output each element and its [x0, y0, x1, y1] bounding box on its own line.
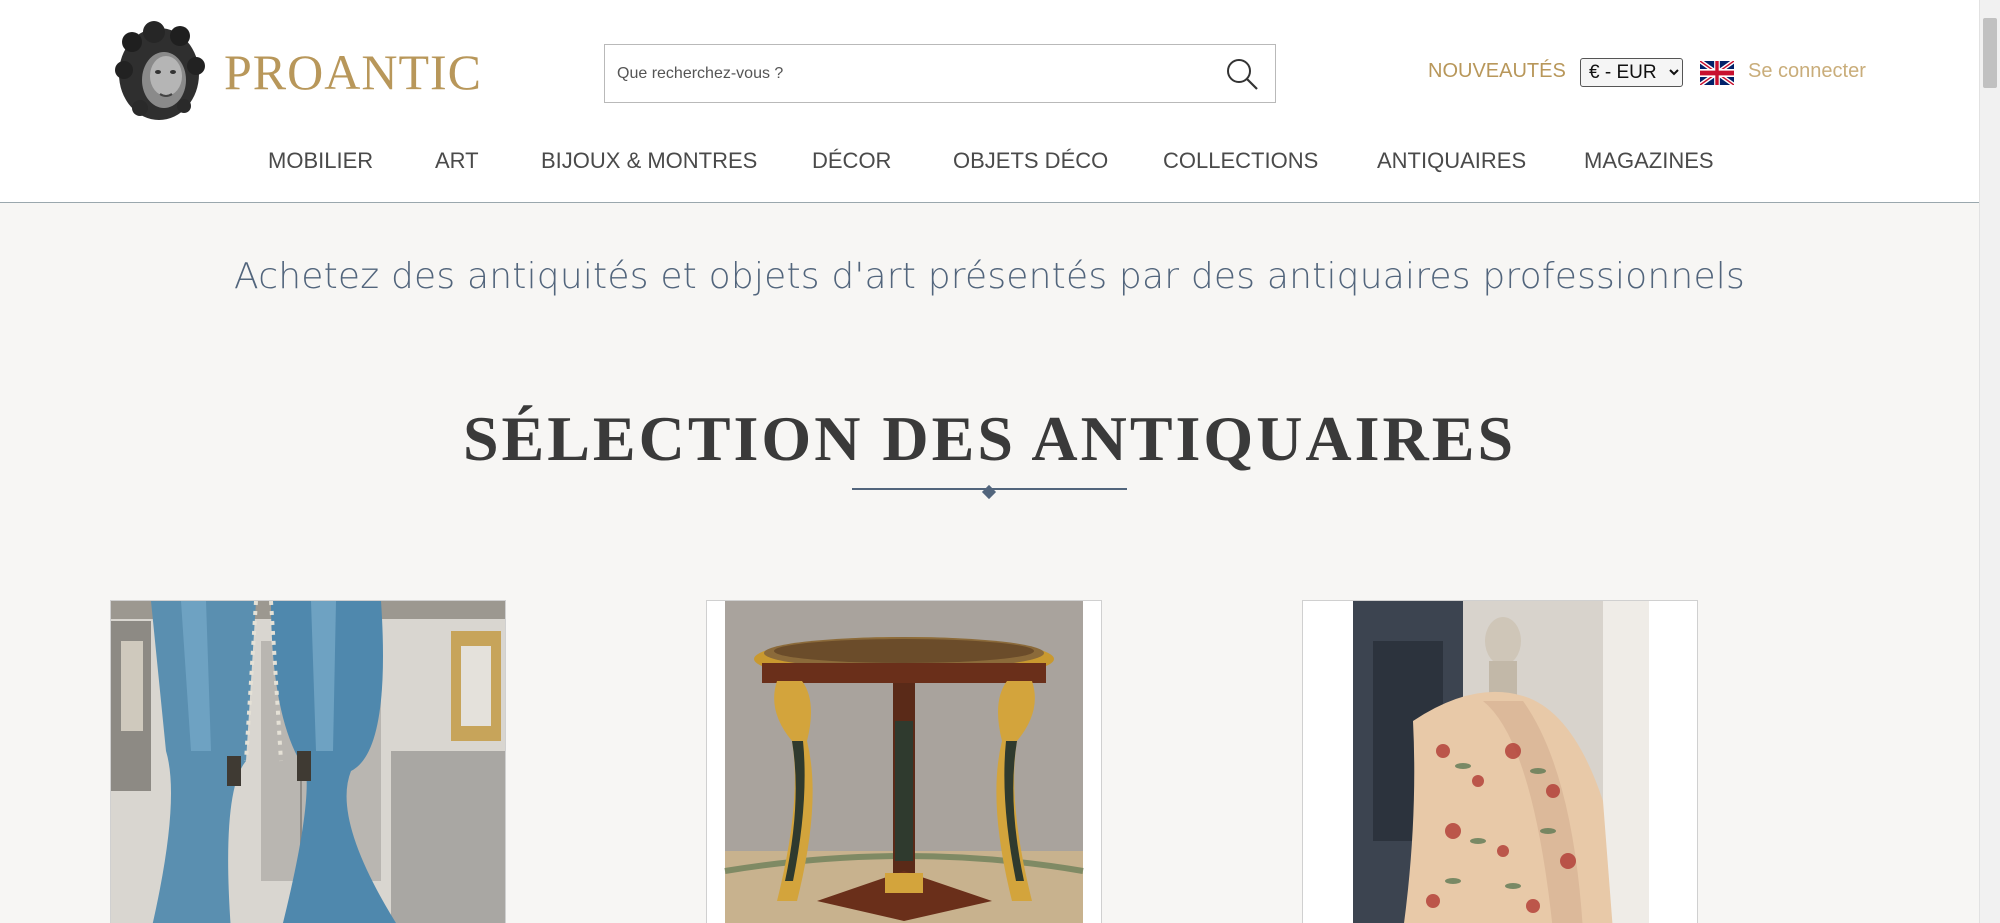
nav-item-decor[interactable]: DÉCOR	[812, 148, 891, 174]
search-box	[604, 44, 1276, 103]
blue-curtains-image[interactable]	[111, 601, 506, 923]
nav-item-antiquaires[interactable]: ANTIQUAIRES	[1377, 148, 1526, 174]
search-input[interactable]	[605, 45, 1205, 102]
gilded-gueridon-table-image[interactable]	[707, 601, 1102, 923]
currency-select[interactable]: € - EUR	[1580, 58, 1683, 87]
new-arrivals-link[interactable]: NOUVEAUTÉS	[1428, 60, 1566, 83]
page-scrollbar[interactable]	[1979, 0, 2000, 923]
page-tagline: Achetez des antiquités et objets d'art p…	[234, 256, 1745, 297]
section-title: SÉLECTION DES ANTIQUAIRES	[462, 403, 1517, 474]
nav-item-bijoux-montres[interactable]: BIJOUX & MONTRES	[541, 148, 757, 174]
brand-name: PROANTIC	[224, 44, 483, 100]
search-icon[interactable]	[1225, 57, 1259, 91]
floral-fabric-bust-image[interactable]	[1303, 601, 1698, 923]
product-card[interactable]	[706, 600, 1102, 923]
nav-item-objets-deco[interactable]: OBJETS DÉCO	[953, 148, 1108, 174]
nav-item-mobilier[interactable]: MOBILIER	[268, 148, 373, 174]
product-card[interactable]	[1302, 600, 1698, 923]
site-header: PROANTIC NOUVEAUTÉS € - EUR Se connecter…	[0, 0, 1979, 203]
nav-item-magazines[interactable]: MAGAZINES	[1584, 148, 1714, 174]
main-nav: MOBILIER ART BIJOUX & MONTRES DÉCOR OBJE…	[0, 148, 1979, 178]
medusa-head-logo-icon	[115, 21, 205, 120]
brand-logo[interactable]: PROANTIC	[110, 20, 482, 124]
uk-flag-icon[interactable]	[1700, 61, 1734, 85]
scrollbar-thumb[interactable]	[1983, 18, 1997, 88]
nav-item-art[interactable]: ART	[435, 148, 479, 174]
product-card[interactable]	[110, 600, 506, 923]
nav-item-collections[interactable]: COLLECTIONS	[1163, 148, 1318, 174]
login-link[interactable]: Se connecter	[1748, 60, 1866, 83]
